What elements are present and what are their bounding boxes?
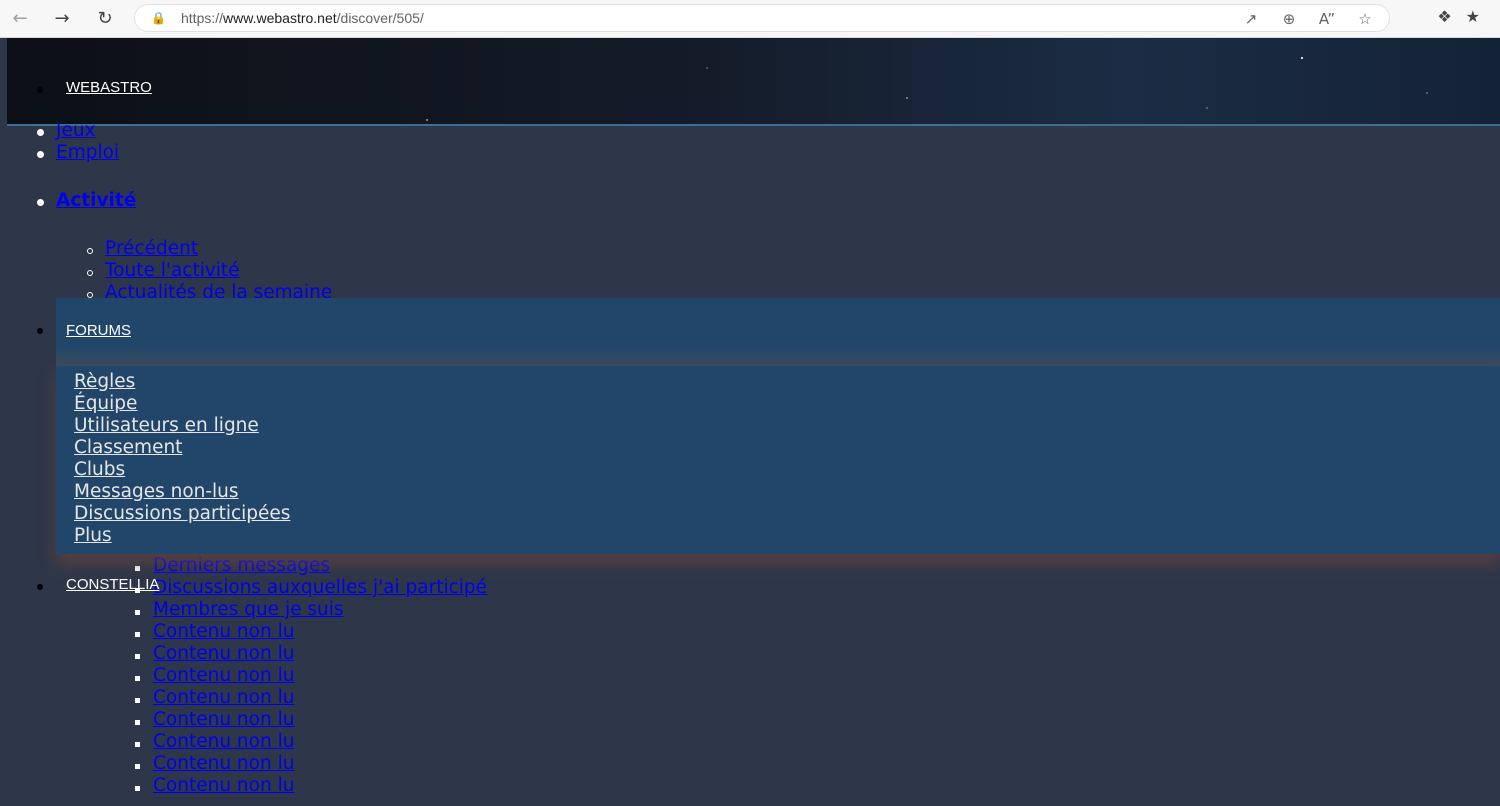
forums-item-clubs[interactable]: Clubs [74, 459, 125, 480]
forward-arrow-icon[interactable]: → [48, 5, 76, 31]
forums-item-online-users[interactable]: Utilisateurs en ligne [74, 415, 259, 436]
list-bullet [135, 764, 140, 769]
list-bullet [135, 610, 140, 615]
url-text[interactable]: https://www.webastro.net/discover/505/ [181, 10, 424, 26]
list-bullet [87, 248, 93, 254]
open-in-app-icon[interactable]: ↗ [1241, 10, 1261, 28]
list-bullet [87, 270, 93, 276]
list-item[interactable]: Contenu non lu [153, 709, 294, 730]
list-item[interactable]: Contenu non lu [153, 753, 294, 774]
list-bullet [37, 87, 43, 93]
forums-menu-header: FORUMS [56, 298, 1500, 366]
forums-dropdown: Règles Équipe Utilisateurs en ligne Clas… [56, 366, 1500, 554]
forums-item-classement[interactable]: Classement [74, 437, 182, 458]
activity-link-all[interactable]: Toute l'activité [105, 260, 240, 281]
list-bullet [37, 151, 44, 158]
list-bullet [37, 129, 44, 136]
list-bullet [135, 786, 140, 791]
forums-item-participated[interactable]: Discussions participées [74, 503, 290, 524]
list-item[interactable]: Membres que je suis [153, 599, 343, 620]
list-bullet [135, 676, 140, 681]
activity-link-precedent[interactable]: Précédent [105, 238, 198, 259]
list-item[interactable]: Derniers messages [153, 555, 330, 576]
list-item[interactable]: Discussions auxquelles j'ai participé [153, 577, 487, 598]
nav-link-emploi[interactable]: Emploi [56, 142, 119, 163]
nav-link-activite[interactable]: Activité [56, 190, 136, 211]
url-path: /discover/505/ [336, 10, 424, 26]
read-aloud-icon[interactable]: A” [1317, 10, 1337, 28]
url-scheme: https:// [181, 10, 224, 26]
list-item[interactable]: Contenu non lu [153, 731, 294, 752]
extensions-icon[interactable]: ❖ [1437, 7, 1451, 26]
list-item[interactable]: Contenu non lu [153, 687, 294, 708]
list-bullet [135, 632, 140, 637]
lock-icon[interactable]: 🔒 [151, 11, 166, 25]
list-item[interactable]: Contenu non lu [153, 621, 294, 642]
forums-link[interactable]: FORUMS [66, 322, 131, 339]
forums-item-equipe[interactable]: Équipe [74, 393, 137, 414]
list-bullet [135, 566, 140, 571]
browser-toolbar: ← → ↻ 🔒 https://www.webastro.net/discove… [0, 0, 1500, 38]
favorite-star-icon[interactable]: ☆ [1355, 10, 1375, 28]
favorites-icon[interactable]: ★ [1466, 7, 1480, 26]
list-item[interactable]: Contenu non lu [153, 643, 294, 664]
list-bullet [135, 654, 140, 659]
list-bullet [37, 199, 44, 206]
list-bullet [37, 328, 43, 334]
list-bullet [135, 698, 140, 703]
brand-link[interactable]: WEBASTRO [66, 79, 152, 96]
reload-icon[interactable]: ↻ [91, 5, 119, 31]
address-bar[interactable]: 🔒 https://www.webastro.net/discover/505/… [134, 4, 1390, 32]
back-arrow-icon[interactable]: ← [6, 5, 34, 31]
list-bullet [135, 720, 140, 725]
list-bullet [37, 584, 43, 590]
forums-item-regles[interactable]: Règles [74, 371, 135, 392]
starry-banner [7, 38, 1500, 126]
url-host: www.webastro.net [223, 10, 337, 26]
list-item[interactable]: Contenu non lu [153, 775, 294, 796]
forums-item-more[interactable]: Plus [74, 525, 112, 546]
list-item[interactable]: Contenu non lu [153, 665, 294, 686]
page-content: WEBASTRO Jeux Emploi Activité Précédent … [7, 38, 1500, 806]
forums-item-unread[interactable]: Messages non-lus [74, 481, 239, 502]
list-bullet [135, 742, 140, 747]
constellia-link[interactable]: CONSTELLIA [66, 576, 159, 593]
nav-link-jeux[interactable]: Jeux [56, 120, 96, 141]
zoom-icon[interactable]: ⊕ [1279, 10, 1299, 28]
